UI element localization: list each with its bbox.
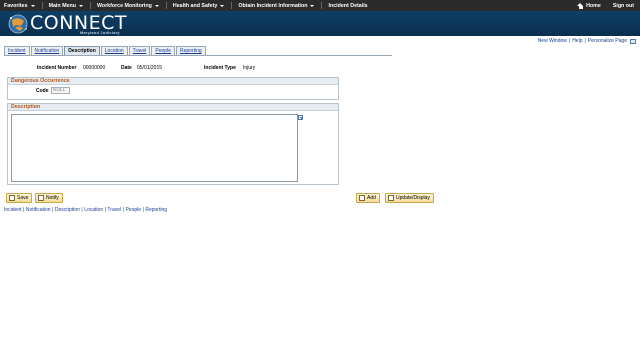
chevron-down-icon — [310, 4, 315, 7]
link-description[interactable]: Description — [55, 207, 80, 213]
help-link[interactable]: Help — [572, 38, 582, 44]
link-reporting[interactable]: Reporting — [145, 207, 167, 213]
separator: | — [142, 207, 144, 213]
connect-logo-icon — [8, 14, 28, 34]
separator: | — [568, 38, 571, 44]
brand-subtitle: Maryland Judiciary — [80, 31, 120, 35]
tab-incident[interactable]: Incident — [4, 46, 30, 55]
tab-notification[interactable]: Notification — [30, 46, 64, 55]
personalize-icon[interactable] — [630, 38, 636, 44]
menu-obtain-incident-information[interactable]: Obtain Incident Information — [234, 0, 324, 11]
incident-number-value: 00000000 — [83, 65, 106, 71]
dangerous-occurrence-group: Dangerous Occurrence Code NULL — [7, 77, 339, 100]
menu-favorites[interactable]: Favorites — [0, 0, 45, 11]
incident-type-label: Incident Type — [204, 65, 236, 71]
menu-main-menu-label: Main Menu — [48, 2, 76, 9]
home-icon — [577, 2, 584, 9]
date-value: 05/01/2015 — [137, 65, 163, 71]
notify-button[interactable]: Notify — [35, 193, 63, 203]
link-incident[interactable]: Incident — [4, 207, 22, 213]
sign-out-link[interactable]: Sign out — [607, 0, 640, 11]
code-label: Code — [36, 88, 49, 94]
save-icon — [9, 195, 15, 201]
sign-out-label: Sign out — [612, 2, 634, 9]
separator: | — [104, 207, 106, 213]
notify-button-label: Notify — [46, 195, 59, 201]
description-title: Description — [8, 104, 338, 111]
update-display-button[interactable]: Update/Display — [385, 193, 434, 203]
utility-links: New Window | Help | Personalize Page — [538, 38, 636, 44]
add-button-label: Add — [367, 195, 376, 201]
chevron-down-icon — [78, 4, 83, 7]
menu-obtain-incident-information-label: Obtain Incident Information — [238, 2, 308, 9]
expand-icon[interactable] — [298, 115, 303, 120]
separator: | — [122, 207, 124, 213]
menu-health-and-safety[interactable]: Health and Safety — [169, 0, 234, 11]
description-textarea[interactable] — [11, 114, 298, 182]
menu-health-and-safety-label: Health and Safety — [172, 2, 218, 9]
menu-main-menu[interactable]: Main Menu — [45, 0, 93, 11]
menu-workforce-monitoring-label: Workforce Monitoring — [96, 2, 152, 9]
incident-type-value: Injury — [243, 65, 256, 71]
menu-incident-details-label: Incident Details — [328, 2, 368, 9]
link-people[interactable]: People — [125, 207, 141, 213]
menu-favorites-label: Favorites — [4, 2, 28, 9]
new-window-link[interactable]: New Window — [538, 38, 567, 44]
tab-people[interactable]: People — [151, 46, 175, 55]
description-group: Description — [7, 103, 339, 185]
dangerous-occurrence-title: Dangerous Occurrence — [8, 78, 338, 85]
date-label: Date — [121, 65, 132, 71]
add-button[interactable]: Add — [356, 193, 380, 203]
top-menu-bar: Favorites Main Menu Workforce Monitoring… — [0, 0, 640, 11]
menu-incident-details[interactable]: Incident Details — [324, 0, 377, 11]
link-location[interactable]: Location — [84, 207, 103, 213]
tab-travel[interactable]: Travel — [128, 46, 151, 55]
bottom-page-links: Incident | Notification | Description | Loc… — [4, 207, 167, 213]
home-link[interactable]: Home — [571, 0, 607, 11]
chevron-down-icon — [30, 4, 35, 7]
update-icon — [388, 195, 394, 201]
incident-number-label: Incident Number — [37, 65, 77, 71]
tab-location[interactable]: Location — [100, 46, 128, 55]
chevron-down-icon — [154, 4, 159, 7]
menu-workforce-monitoring[interactable]: Workforce Monitoring — [93, 0, 169, 11]
home-label: Home — [586, 2, 601, 9]
add-icon — [359, 195, 365, 201]
main-menu: Favorites Main Menu Workforce Monitoring… — [0, 0, 378, 11]
top-right-links: Home Sign out — [571, 0, 640, 11]
tab-divider — [4, 55, 392, 56]
page-tabs: Incident Notification Description Locati… — [4, 46, 207, 55]
separator: | — [52, 207, 54, 213]
link-travel[interactable]: Travel — [107, 207, 121, 213]
tab-description[interactable]: Description — [64, 46, 100, 55]
header-banner: CONNECT Maryland Judiciary — [0, 11, 640, 36]
separator: | — [584, 38, 586, 44]
update-display-button-label: Update/Display — [396, 195, 430, 201]
save-button-label: Save — [17, 195, 29, 201]
tab-reporting[interactable]: Reporting — [175, 46, 206, 55]
code-field: NULL — [51, 87, 70, 94]
link-notification[interactable]: Notification — [26, 207, 51, 213]
personalize-page-link[interactable]: Personalize Page — [588, 38, 627, 44]
chevron-down-icon — [220, 4, 225, 7]
separator: | — [81, 207, 83, 213]
envelope-icon — [38, 195, 44, 201]
save-button[interactable]: Save — [6, 193, 33, 203]
separator: | — [23, 207, 25, 213]
